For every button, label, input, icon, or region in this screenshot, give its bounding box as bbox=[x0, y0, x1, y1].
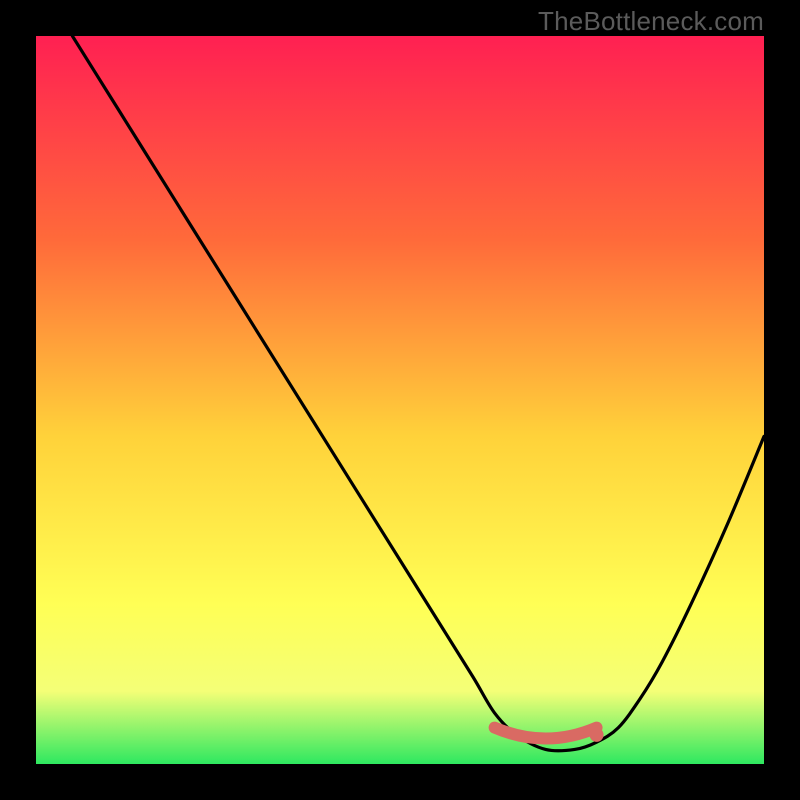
optimal-end-dot bbox=[590, 728, 604, 742]
chart-frame: { "watermark": "TheBottleneck.com", "col… bbox=[0, 0, 800, 800]
bottleneck-chart bbox=[36, 36, 764, 764]
watermark-text: TheBottleneck.com bbox=[538, 6, 764, 37]
gradient-background bbox=[36, 36, 764, 764]
chart-canvas bbox=[36, 36, 764, 764]
